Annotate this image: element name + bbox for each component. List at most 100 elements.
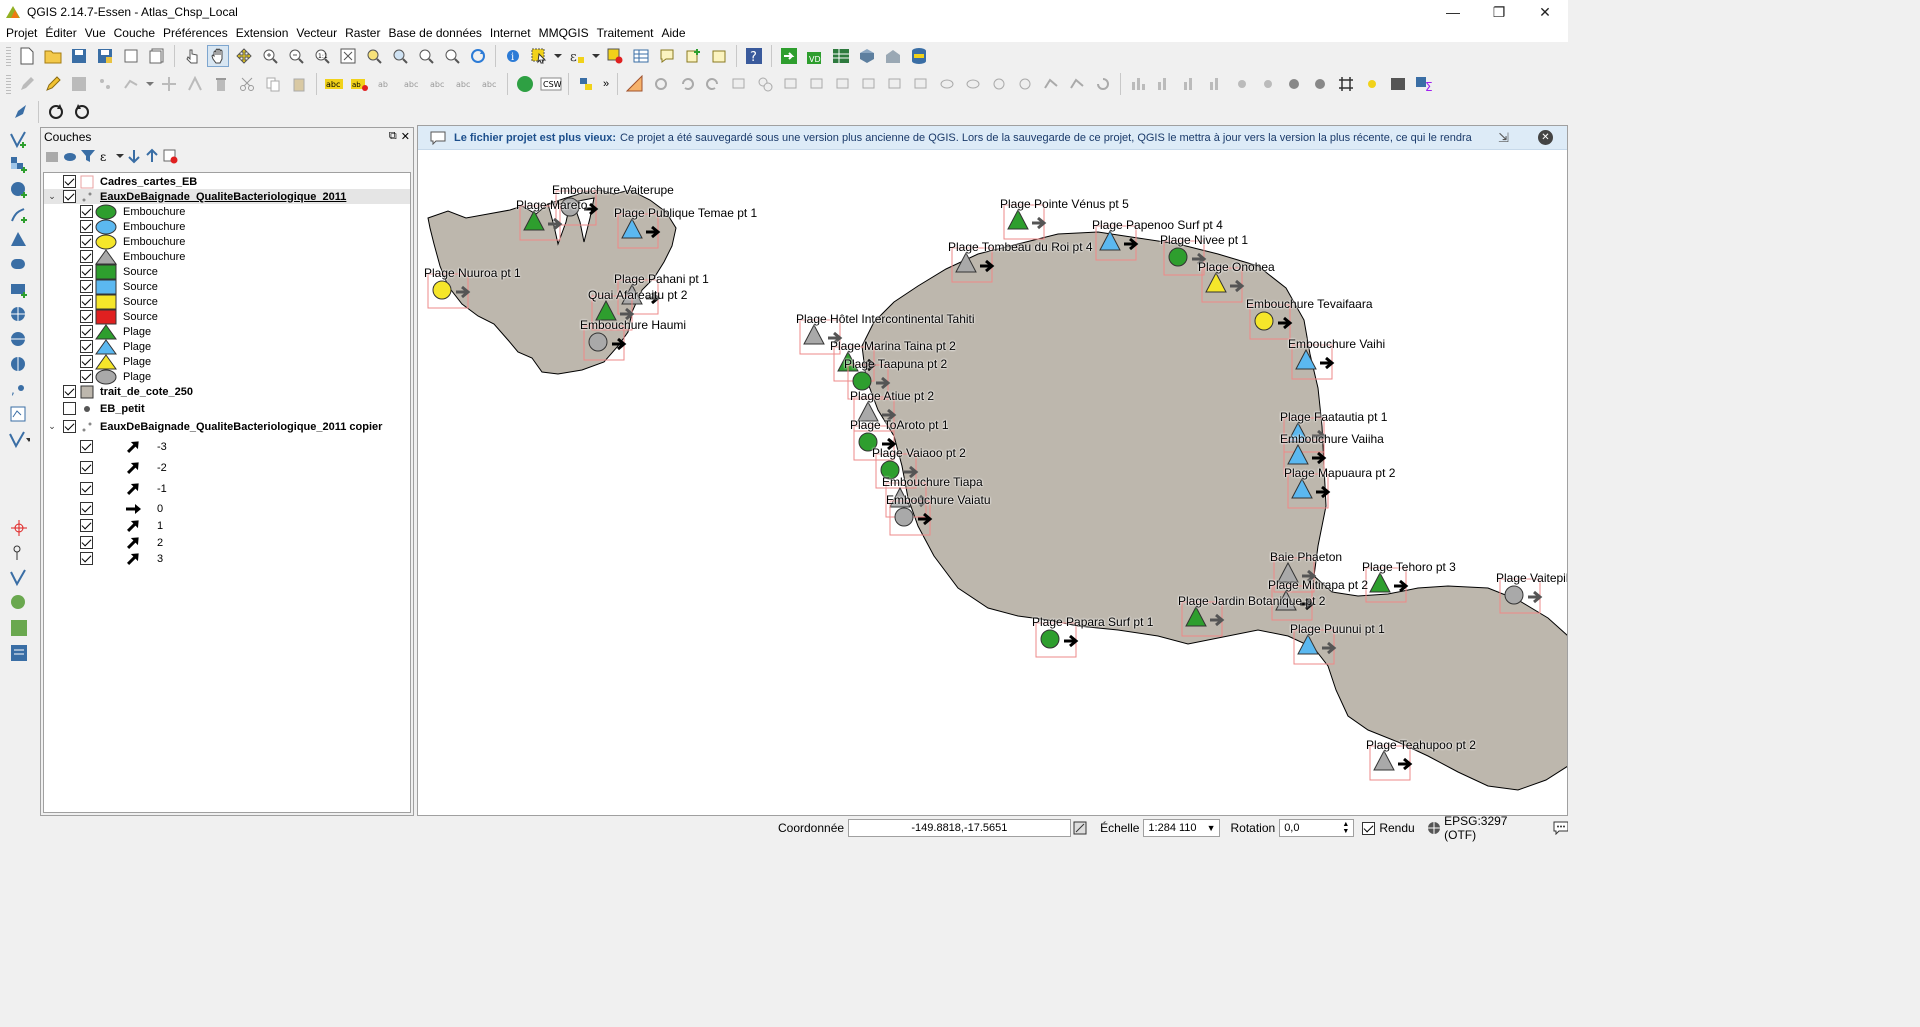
- remove-layer-icon[interactable]: [162, 148, 178, 164]
- add-wfs-layer-icon[interactable]: [8, 354, 30, 376]
- maximize-button[interactable]: ❐: [1476, 0, 1522, 24]
- advanced-edit-icon-10[interactable]: [962, 73, 984, 95]
- delete-selected-icon[interactable]: [210, 73, 232, 95]
- layer-row[interactable]: Source: [44, 279, 410, 294]
- layer-visibility-checkbox[interactable]: [63, 420, 76, 433]
- rotation-field[interactable]: 0,0 ▲ ▼: [1279, 819, 1355, 837]
- scale-dropdown-icon[interactable]: ▼: [1207, 823, 1216, 833]
- layer-row[interactable]: trait_de_cote_250: [44, 384, 410, 399]
- zoom-last-icon[interactable]: [415, 45, 437, 67]
- add-line-icon[interactable]: [120, 73, 142, 95]
- cut-features-icon[interactable]: [236, 73, 258, 95]
- attribute-table-icon[interactable]: [630, 45, 652, 67]
- map-canvas[interactable]: Le fichier projet est plus vieux: Ce pro…: [417, 125, 1568, 816]
- map-tips-icon[interactable]: [656, 45, 678, 67]
- select-dropdown-icon[interactable]: [554, 45, 562, 67]
- category-visibility-checkbox[interactable]: [80, 205, 93, 218]
- label-pin-icon[interactable]: ab: [349, 73, 371, 95]
- image-icon[interactable]: [1387, 73, 1409, 95]
- label-rotate-icon[interactable]: abc: [453, 73, 475, 95]
- raster-tool-icon-4[interactable]: [1205, 73, 1227, 95]
- layer-row[interactable]: -1: [44, 481, 410, 496]
- composer-manager-icon[interactable]: [146, 45, 168, 67]
- advanced-edit-icon-8[interactable]: [910, 73, 932, 95]
- notes-icon[interactable]: [8, 642, 30, 664]
- collapse-all-icon[interactable]: [144, 148, 160, 164]
- menu-base-de-donnees[interactable]: Base de données: [384, 26, 485, 40]
- raster-tool-icon-5[interactable]: [1231, 73, 1253, 95]
- layer-row[interactable]: ⌄ EauxDeBaignade_QualiteBacteriologique_2…: [44, 189, 410, 204]
- save-edits-icon[interactable]: [68, 73, 90, 95]
- paste-features-icon[interactable]: [288, 73, 310, 95]
- rotation-spinner-icon[interactable]: ▲ ▼: [1342, 821, 1349, 835]
- add-group-icon[interactable]: [62, 148, 78, 164]
- advanced-edit-icon-9[interactable]: [936, 73, 958, 95]
- category-visibility-checkbox[interactable]: [80, 502, 93, 515]
- copy-features-icon[interactable]: [262, 73, 284, 95]
- add-db2-layer-icon[interactable]: [8, 254, 30, 276]
- add-wcs-layer-icon[interactable]: [8, 329, 30, 351]
- layer-visibility-checkbox[interactable]: [63, 190, 76, 203]
- menu-aide[interactable]: Aide: [657, 26, 689, 40]
- redo-icon[interactable]: [702, 73, 724, 95]
- collapse-arrow-icon[interactable]: ⌄: [47, 191, 57, 202]
- layer-row[interactable]: Plage: [44, 369, 410, 384]
- message-expand-icon[interactable]: ⇲: [1498, 130, 1509, 146]
- label-move-icon[interactable]: abc: [427, 73, 449, 95]
- zoom-out-icon[interactable]: [285, 45, 307, 67]
- category-visibility-checkbox[interactable]: [80, 265, 93, 278]
- add-point-icon[interactable]: [94, 73, 116, 95]
- expand-all-icon[interactable]: [126, 148, 142, 164]
- advanced-edit-icon-6[interactable]: [858, 73, 880, 95]
- raster-tool-icon-7[interactable]: [1283, 73, 1305, 95]
- scale-field[interactable]: 1:284 110 ▼: [1143, 819, 1221, 837]
- close-window-button[interactable]: ✕: [1522, 0, 1568, 24]
- layer-row[interactable]: 2: [44, 535, 410, 550]
- layer-row[interactable]: -3: [44, 439, 410, 454]
- layer-row[interactable]: 1: [44, 518, 410, 533]
- plugin-table-icon[interactable]: [830, 45, 852, 67]
- minimize-button[interactable]: —: [1430, 0, 1476, 24]
- zoom-to-selection-icon[interactable]: [363, 45, 385, 67]
- advanced-edit-icon-2[interactable]: [754, 73, 776, 95]
- select-by-expression-icon[interactable]: ε: [566, 45, 588, 67]
- category-visibility-checkbox[interactable]: [80, 461, 93, 474]
- add-vector-layer-icon[interactable]: [8, 129, 30, 151]
- add-postgis-layer-icon[interactable]: [8, 179, 30, 201]
- plugin-add-layer-icon[interactable]: VD: [804, 45, 826, 67]
- category-visibility-checkbox[interactable]: [80, 552, 93, 565]
- layer-row[interactable]: Embouchure: [44, 204, 410, 219]
- deselect-icon[interactable]: [604, 45, 626, 67]
- save-project-icon[interactable]: [68, 45, 90, 67]
- raster-tool-icon-1[interactable]: [1127, 73, 1149, 95]
- add-delimited-text-icon[interactable]: ,: [8, 379, 30, 401]
- advanced-edit-icon-5[interactable]: [832, 73, 854, 95]
- category-visibility-checkbox[interactable]: [80, 235, 93, 248]
- select-features-icon[interactable]: [528, 45, 550, 67]
- add-oracle-layer-icon[interactable]: [8, 279, 30, 301]
- crs-label[interactable]: EPSG:3297 (OTF): [1444, 814, 1539, 842]
- toggle-editing-icon[interactable]: [42, 73, 64, 95]
- category-visibility-checkbox[interactable]: [80, 250, 93, 263]
- toolbar-overflow-icon[interactable]: »: [601, 73, 611, 95]
- menu-projet[interactable]: Projet: [2, 26, 41, 40]
- measure-icon[interactable]: [624, 73, 646, 95]
- category-visibility-checkbox[interactable]: [80, 536, 93, 549]
- help-icon[interactable]: ?: [743, 45, 765, 67]
- category-visibility-checkbox[interactable]: [80, 220, 93, 233]
- add-line-dropdown-icon[interactable]: [146, 73, 154, 95]
- toggle-extents-icon[interactable]: [1073, 820, 1088, 836]
- python-green-icon[interactable]: [514, 73, 536, 95]
- advanced-edit-icon-13[interactable]: [1040, 73, 1062, 95]
- menu-internet[interactable]: Internet: [486, 26, 535, 40]
- category-visibility-checkbox[interactable]: [80, 295, 93, 308]
- layer-row[interactable]: Embouchure: [44, 248, 410, 264]
- gps-node-icon[interactable]: [8, 542, 30, 564]
- category-visibility-checkbox[interactable]: [80, 280, 93, 293]
- label-show-hide-icon[interactable]: abc: [401, 73, 423, 95]
- move-feature-icon[interactable]: [158, 73, 180, 95]
- layer-row[interactable]: Embouchure: [44, 234, 410, 249]
- close-panel-button[interactable]: ✕: [401, 130, 410, 143]
- raster-tool-icon-2[interactable]: [1153, 73, 1175, 95]
- layer-row[interactable]: ⌄ EauxDeBaignade_QualiteBacteriologique_2…: [44, 419, 410, 434]
